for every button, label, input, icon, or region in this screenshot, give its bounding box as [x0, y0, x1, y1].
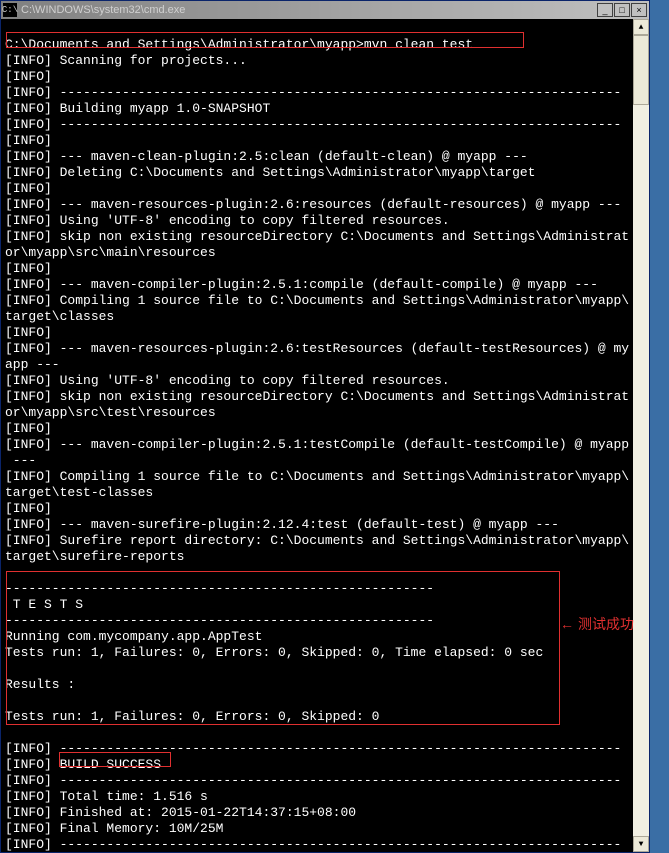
- close-button[interactable]: ×: [631, 3, 647, 17]
- scroll-up-button[interactable]: ▲: [633, 19, 649, 35]
- terminal-area: C:\Documents and Settings\Administrator\…: [1, 19, 649, 852]
- titlebar[interactable]: C:\ C:\WINDOWS\system32\cmd.exe _ □ ×: [1, 1, 649, 19]
- cmd-icon: C:\: [3, 3, 17, 17]
- minimize-button[interactable]: _: [597, 3, 613, 17]
- terminal-output[interactable]: C:\Documents and Settings\Administrator\…: [1, 19, 633, 852]
- scroll-track[interactable]: [633, 35, 649, 836]
- scroll-down-button[interactable]: ▼: [633, 836, 649, 852]
- window-controls: _ □ ×: [597, 3, 647, 17]
- window-title: C:\WINDOWS\system32\cmd.exe: [21, 4, 597, 16]
- annotation: ← 测试成功: [560, 614, 634, 634]
- maximize-button[interactable]: □: [614, 3, 630, 17]
- arrow-left-icon: ←: [560, 616, 574, 632]
- annotation-text: 测试成功: [578, 614, 634, 634]
- scrollbar: ▲ ▼: [633, 19, 649, 852]
- cmd-window: C:\ C:\WINDOWS\system32\cmd.exe _ □ × C:…: [0, 0, 650, 853]
- scroll-thumb[interactable]: [633, 35, 649, 105]
